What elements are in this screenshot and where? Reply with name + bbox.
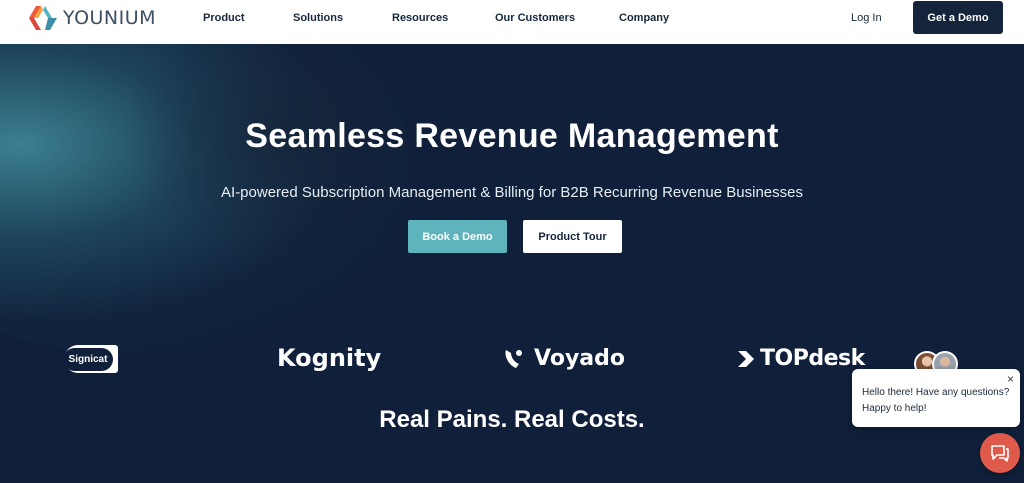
product-tour-button[interactable]: Product Tour bbox=[523, 220, 622, 253]
topdesk-icon bbox=[738, 350, 754, 367]
voyado-label: Voyado bbox=[534, 346, 625, 371]
get-a-demo-button[interactable]: Get a Demo bbox=[913, 1, 1003, 34]
chat-launcher-button[interactable] bbox=[980, 433, 1020, 473]
chat-icon bbox=[991, 445, 1009, 462]
topdesk-logo: TOPdesk bbox=[738, 346, 865, 371]
hero-title: Seamless Revenue Management bbox=[245, 117, 779, 155]
topdesk-label: TOPdesk bbox=[760, 346, 865, 371]
nav-our-customers[interactable]: Our Customers bbox=[495, 12, 575, 24]
nav-company[interactable]: Company bbox=[619, 12, 669, 24]
younium-logo[interactable]: YOUNIUM bbox=[29, 6, 156, 30]
chat-message-line2: Happy to help! bbox=[862, 403, 927, 414]
nav-solutions[interactable]: Solutions bbox=[293, 12, 343, 24]
kognity-logo: Kognity bbox=[277, 344, 381, 372]
younium-logo-icon bbox=[29, 6, 57, 30]
voyado-logo: Voyado bbox=[502, 346, 625, 371]
top-navigation: YOUNIUM Product Solutions Resources Our … bbox=[0, 0, 1024, 44]
hero-subtitle: AI-powered Subscription Management & Bil… bbox=[221, 184, 803, 201]
nav-product[interactable]: Product bbox=[203, 12, 245, 24]
nav-resources[interactable]: Resources bbox=[392, 12, 448, 24]
signicat-logo: Signicat bbox=[62, 345, 118, 373]
close-icon[interactable]: × bbox=[1007, 372, 1014, 386]
signicat-label: Signicat bbox=[62, 347, 114, 371]
kognity-label: Kognity bbox=[277, 344, 382, 372]
login-link[interactable]: Log In bbox=[851, 12, 882, 24]
brand-name: YOUNIUM bbox=[63, 7, 157, 29]
book-a-demo-button[interactable]: Book a Demo bbox=[408, 220, 507, 253]
voyado-icon bbox=[505, 349, 522, 368]
chat-message-line1: Hello there! Have any questions? bbox=[862, 387, 1010, 398]
chat-popup[interactable]: × Hello there! Have any questions? Happy… bbox=[852, 369, 1020, 427]
